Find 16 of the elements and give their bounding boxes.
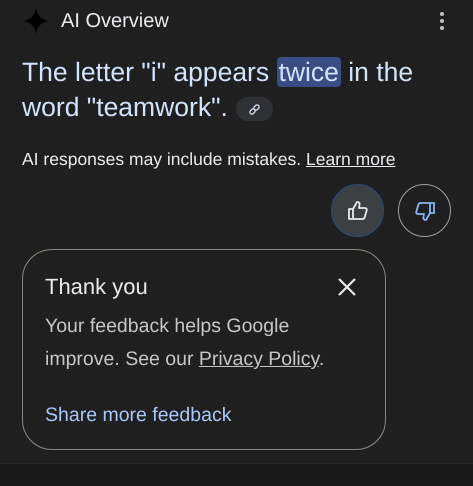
privacy-policy-link[interactable]: Privacy Policy bbox=[198, 348, 319, 370]
link-chip[interactable] bbox=[236, 97, 273, 121]
thumbs-down-button[interactable] bbox=[398, 184, 451, 237]
disclaimer-text: AI responses may include mistakes. bbox=[22, 149, 302, 169]
link-icon bbox=[248, 102, 261, 116]
more-options-icon[interactable] bbox=[439, 11, 445, 31]
sparkle-icon bbox=[23, 8, 49, 34]
share-feedback-link[interactable]: Share more feedback bbox=[45, 404, 232, 427]
learn-more-link[interactable]: Learn more bbox=[306, 149, 396, 169]
popup-title: Thank you bbox=[45, 274, 148, 300]
answer-text: The letter "i" appears twice in the word "teamwork". bbox=[22, 56, 414, 124]
thumbs-up-icon bbox=[346, 198, 370, 222]
overview-title: AI Overview bbox=[61, 10, 169, 32]
close-icon[interactable] bbox=[337, 277, 357, 297]
popup-message: Your feedback helps Google improve. See our Privacy Policy. bbox=[45, 314, 326, 372]
thumbs-up-button[interactable] bbox=[331, 184, 384, 237]
